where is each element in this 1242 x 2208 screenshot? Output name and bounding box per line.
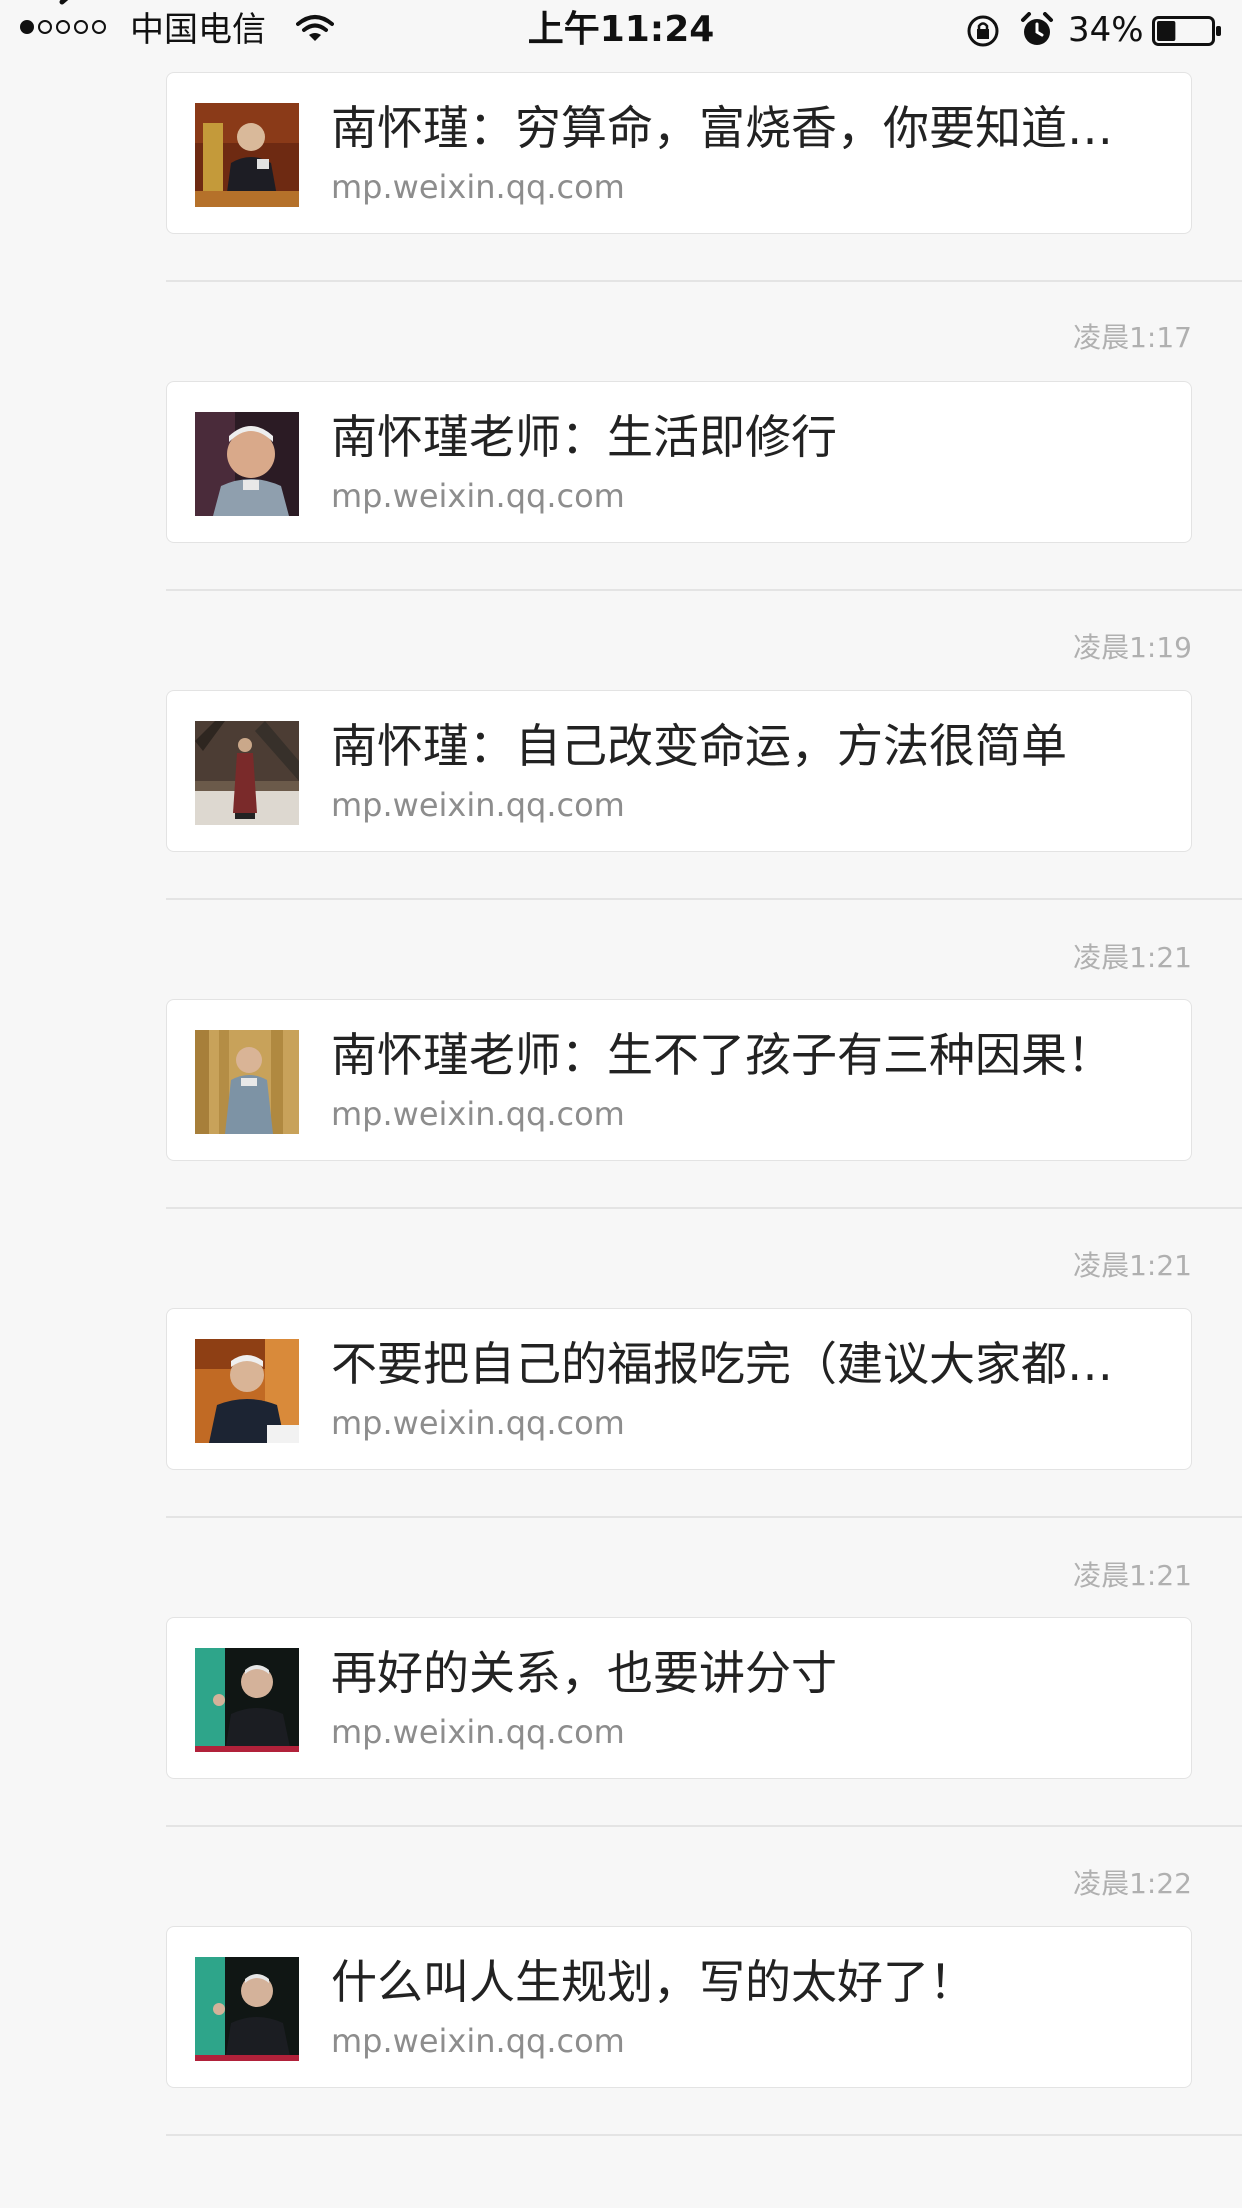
article-card[interactable]: 不要把自己的福报吃完（建议大家都… mp.weixin.qq.com <box>166 1308 1192 1470</box>
article-card[interactable]: 什么叫人生规划，写的太好了！ mp.weixin.qq.com <box>166 1926 1192 2088</box>
article-thumbnail <box>195 1030 299 1134</box>
message-time: 凌晨1:21 <box>1073 941 1192 974</box>
orientation-lock-icon <box>967 15 999 47</box>
article-thumbnail <box>195 1957 299 2061</box>
divider <box>166 2134 1242 2136</box>
article-thumbnail <box>195 1648 299 1752</box>
article-domain: mp.weixin.qq.com <box>331 1095 625 1133</box>
article-card[interactable]: 南怀瑾老师：生不了孩子有三种因果！ mp.weixin.qq.com <box>166 999 1192 1161</box>
article-title: 再好的关系，也要讲分寸 <box>331 1646 837 1700</box>
battery-icon <box>1152 16 1221 46</box>
article-domain: mp.weixin.qq.com <box>331 2022 625 2060</box>
message-time: 凌晨1:17 <box>1073 321 1192 354</box>
article-thumbnail <box>195 721 299 825</box>
article-title: 不要把自己的福报吃完（建议大家都… <box>331 1337 1113 1391</box>
article-title: 南怀瑾：穷算命，富烧香，你要知道… <box>331 101 1113 155</box>
message-time: 凌晨1:21 <box>1073 1559 1192 1592</box>
article-card[interactable]: 南怀瑾：自己改变命运，方法很简单 mp.weixin.qq.com <box>166 690 1192 852</box>
article-domain: mp.weixin.qq.com <box>331 786 625 824</box>
article-title: 南怀瑾：自己改变命运，方法很简单 <box>331 719 1067 773</box>
alarm-icon <box>1021 12 1053 45</box>
article-domain: mp.weixin.qq.com <box>331 1713 625 1751</box>
message-time: 凌晨1:21 <box>1073 1249 1192 1282</box>
article-thumbnail <box>195 412 299 516</box>
divider <box>166 1207 1242 1209</box>
article-card[interactable]: 再好的关系，也要讲分寸 mp.weixin.qq.com <box>166 1617 1192 1779</box>
article-thumbnail <box>195 103 299 207</box>
article-title: 南怀瑾老师：生不了孩子有三种因果！ <box>331 1028 1113 1082</box>
article-title: 南怀瑾老师：生活即修行 <box>331 410 837 464</box>
article-card[interactable]: 南怀瑾老师：生活即修行 mp.weixin.qq.com <box>166 381 1192 543</box>
divider <box>166 898 1242 900</box>
divider <box>166 1516 1242 1518</box>
divider <box>166 589 1242 591</box>
message-time: 凌晨1:22 <box>1073 1867 1192 1900</box>
article-domain: mp.weixin.qq.com <box>331 168 625 206</box>
article-thumbnail <box>195 1339 299 1443</box>
article-domain: mp.weixin.qq.com <box>331 477 625 515</box>
message-time: 凌晨1:19 <box>1073 631 1192 664</box>
divider <box>166 280 1242 282</box>
battery-percentage: 34% <box>1068 10 1144 50</box>
article-title: 什么叫人生规划，写的太好了！ <box>331 1955 975 2009</box>
divider <box>166 1825 1242 1827</box>
back-arrow-icon[interactable] <box>56 0 80 8</box>
status-time: 上午11:24 <box>527 9 715 50</box>
article-domain: mp.weixin.qq.com <box>331 1404 625 1442</box>
article-card[interactable]: 南怀瑾：穷算命，富烧香，你要知道… mp.weixin.qq.com <box>166 72 1192 234</box>
status-bar: 中国电信 上午11:24 34% <box>0 0 1242 60</box>
